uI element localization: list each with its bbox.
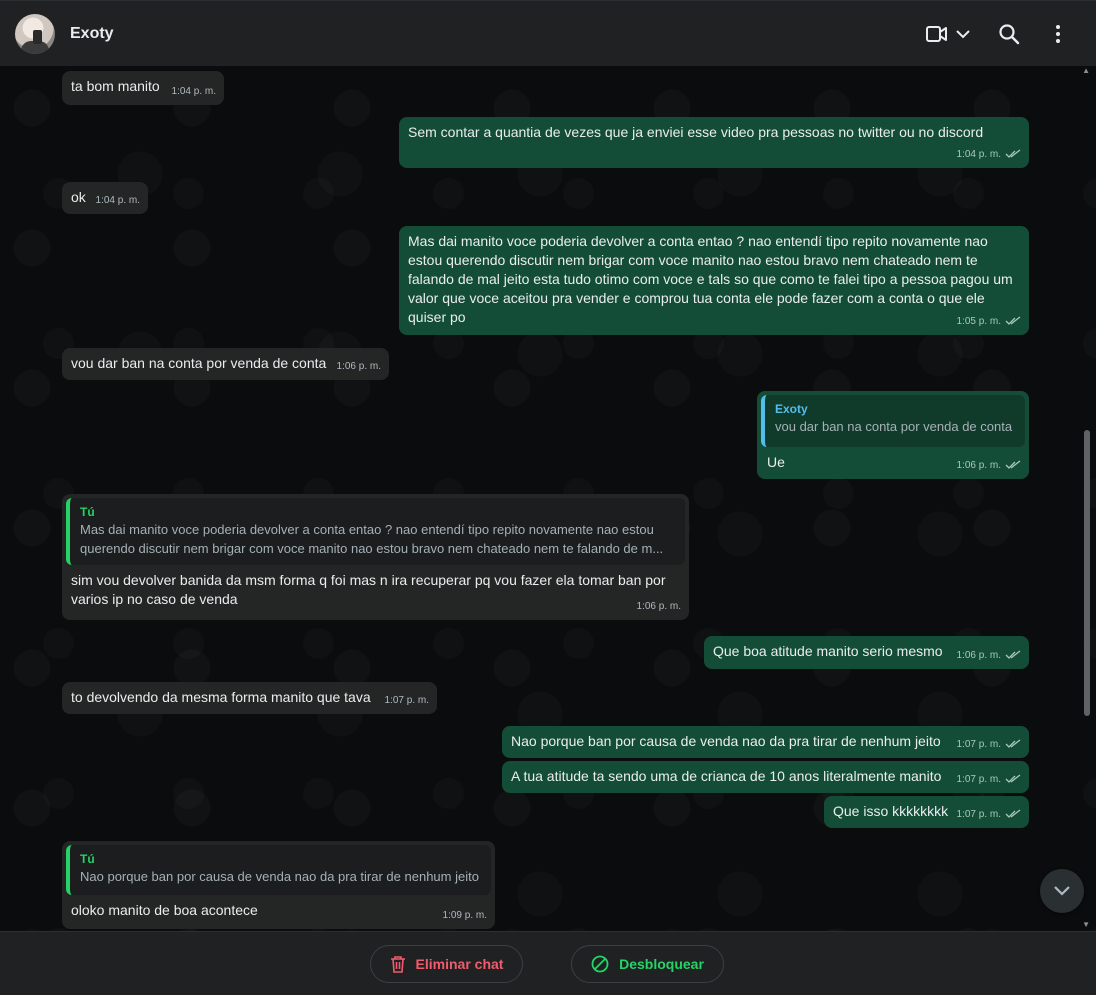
message-text: Sem contar a quantia de vezes que ja env… [408, 124, 984, 140]
message-outgoing-reply[interactable]: Exoty vou dar ban na conta por venda de … [757, 391, 1029, 479]
message-time: 1:07 p. m. [956, 774, 1001, 785]
message-text: vou dar ban na conta por venda de conta [71, 355, 327, 371]
message-time: 1:09 p. m. [442, 910, 487, 921]
message-incoming[interactable]: ok 1:04 p. m. [62, 182, 148, 214]
quote-text: Mas dai manito voce poderia devolver a c… [80, 522, 664, 556]
message-incoming[interactable]: vou dar ban na conta por venda de conta … [62, 348, 389, 380]
double-check-icon [1005, 650, 1021, 660]
unblock-icon [591, 955, 609, 973]
message-time: 1:06 p. m. [956, 460, 1001, 471]
delete-chat-button[interactable]: Eliminar chat [370, 945, 523, 983]
quote-author: Exoty [775, 402, 808, 416]
message-time: 1:06 p. m. [336, 361, 381, 372]
message-time: 1:06 p. m. [636, 601, 681, 612]
unblock-button[interactable]: Desbloquear [571, 945, 724, 983]
message-outgoing[interactable]: Que boa atitude manito serio mesmo 1:06 … [704, 636, 1029, 669]
message-time: 1:05 p. m. [956, 316, 1001, 327]
quote-text: Nao porque ban por causa de venda nao da… [80, 869, 479, 884]
scroll-up-arrow-icon[interactable]: ▲ [1082, 66, 1090, 75]
scroll-to-bottom-button[interactable] [1040, 869, 1084, 913]
message-text: ta bom manito [71, 78, 160, 94]
menu-dots-icon[interactable] [1045, 21, 1071, 47]
message-time: 1:07 p. m. [956, 739, 1001, 750]
message-time: 1:04 p. m. [95, 195, 140, 206]
scroll-thumb[interactable] [1084, 430, 1090, 716]
message-text: Nao porque ban por causa de venda nao da… [511, 733, 941, 749]
message-time: 1:06 p. m. [956, 650, 1001, 661]
message-list[interactable]: ta bom manito 1:04 p. m. Sem contar a qu… [0, 66, 1096, 931]
double-check-icon [1005, 149, 1021, 159]
trash-icon [390, 955, 406, 973]
message-outgoing[interactable]: Sem contar a quantia de vezes que ja env… [399, 117, 1029, 168]
chevron-down-icon [1054, 886, 1070, 896]
message-outgoing[interactable]: A tua atitude ta sendo uma de crianca de… [502, 761, 1029, 793]
message-text: Que boa atitude manito serio mesmo [713, 643, 943, 659]
message-text: Mas dai manito voce poderia devolver a c… [408, 233, 1013, 325]
message-outgoing[interactable]: Mas dai manito voce poderia devolver a c… [399, 226, 1029, 335]
message-time: 1:04 p. m. [956, 149, 1001, 160]
unblock-label: Desbloquear [619, 956, 704, 972]
message-text: oloko manito de boa acontece [71, 902, 258, 918]
double-check-icon [1005, 460, 1021, 470]
quote-author: Tú [80, 505, 95, 519]
scrollbar[interactable]: ▲ ▼ [1082, 66, 1094, 931]
search-icon[interactable] [996, 21, 1022, 47]
message-incoming[interactable]: to devolvendo da mesma forma manito que … [62, 682, 437, 714]
double-check-icon [1005, 316, 1021, 326]
message-incoming[interactable]: ta bom manito 1:04 p. m. [62, 71, 224, 105]
delete-chat-label: Eliminar chat [415, 956, 504, 972]
scroll-down-arrow-icon[interactable]: ▼ [1082, 920, 1090, 929]
double-check-icon [1005, 774, 1021, 784]
message-text: to devolvendo da mesma forma manito que … [71, 689, 371, 705]
video-call-icon[interactable] [924, 21, 950, 47]
quote-text: vou dar ban na conta por venda de conta [775, 419, 1013, 434]
message-text: A tua atitude ta sendo uma de crianca de… [511, 768, 942, 784]
message-outgoing[interactable]: Que isso kkkkkkkk 1:07 p. m. [824, 796, 1029, 828]
contact-name[interactable]: Exoty [70, 25, 114, 43]
message-text: Que isso kkkkkkkk [833, 803, 949, 819]
message-outgoing[interactable]: Nao porque ban por causa de venda nao da… [502, 726, 1029, 758]
double-check-icon [1005, 809, 1021, 819]
quoted-message[interactable]: Exoty vou dar ban na conta por venda de … [761, 395, 1025, 447]
quoted-message[interactable]: Tú Mas dai manito voce poderia devolver … [66, 498, 685, 565]
message-text: Ue [767, 454, 785, 470]
quote-author: Tú [80, 852, 95, 866]
message-text: ok [71, 189, 86, 205]
chevron-down-icon[interactable] [950, 21, 976, 47]
blocked-chat-footer: Eliminar chat Desbloquear [0, 931, 1096, 995]
message-incoming-reply[interactable]: Tú Nao porque ban por causa de venda nao… [62, 841, 495, 929]
message-time: 1:07 p. m. [956, 809, 1001, 820]
message-time: 1:07 p. m. [384, 695, 429, 706]
quoted-message[interactable]: Tú Nao porque ban por causa de venda nao… [66, 845, 491, 895]
message-time: 1:04 p. m. [171, 86, 216, 97]
message-incoming-reply[interactable]: Tú Mas dai manito voce poderia devolver … [62, 494, 689, 620]
chat-header: Exoty [0, 0, 1096, 66]
double-check-icon [1005, 739, 1021, 749]
message-text: sim vou devolver banida da msm forma q f… [71, 572, 666, 607]
avatar[interactable] [15, 14, 55, 54]
